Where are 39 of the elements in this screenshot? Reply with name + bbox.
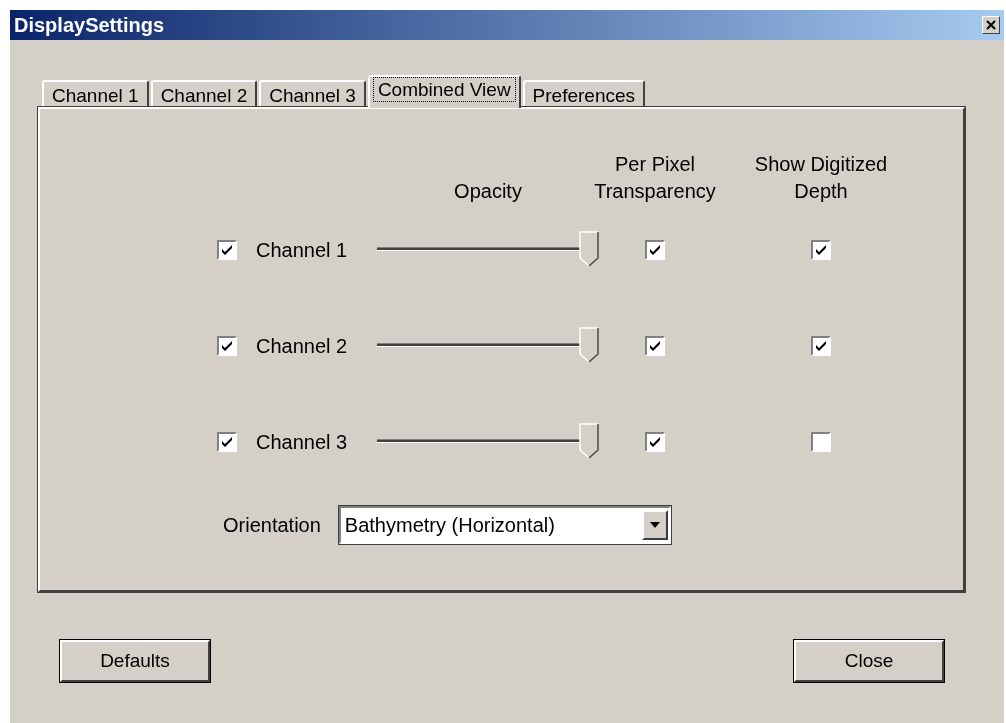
tab[interactable]: Preferences: [522, 80, 646, 107]
tab[interactable]: Channel 2: [150, 80, 258, 107]
column-header: Opacity: [454, 179, 522, 204]
column-header: Per Pixel Transparency: [594, 152, 716, 204]
checkbox-label: Channel 2: [256, 334, 348, 358]
checkbox[interactable]: [645, 336, 665, 356]
checkbox[interactable]: [811, 336, 831, 356]
window-title: DisplaySettings: [14, 13, 165, 37]
checkbox[interactable]: [217, 336, 237, 356]
check-icon: [648, 339, 662, 353]
check-icon: [648, 435, 662, 449]
checkbox[interactable]: [217, 240, 237, 260]
check-icon: [814, 243, 828, 257]
orientation-dropdown[interactable]: Bathymetry (Horizontal): [338, 506, 671, 544]
column-header: Show Digitized Depth: [753, 152, 889, 204]
check-icon: [648, 243, 662, 257]
checkbox[interactable]: [811, 432, 831, 452]
checkbox[interactable]: [645, 240, 665, 260]
tab[interactable]: Combined View: [367, 75, 521, 108]
tab[interactable]: Channel 1: [42, 80, 149, 107]
close-icon: [986, 20, 996, 30]
check-icon: [220, 339, 234, 353]
check-icon: [814, 339, 828, 353]
checkbox-label: Channel 1: [256, 238, 348, 262]
check-icon: [220, 243, 234, 257]
checkbox[interactable]: [217, 432, 237, 452]
check-icon: [220, 435, 234, 449]
close-button[interactable]: [982, 16, 1000, 34]
checkbox[interactable]: [645, 432, 665, 452]
slider-thumb[interactable]: [579, 423, 599, 459]
slider-thumb[interactable]: [579, 327, 599, 363]
tab[interactable]: Channel 3: [259, 80, 366, 107]
field-label: Orientation: [223, 513, 321, 537]
slider-thumb[interactable]: [579, 231, 599, 267]
dialog-button[interactable]: Defaults: [60, 640, 210, 682]
checkbox[interactable]: [811, 240, 831, 260]
dialog-button[interactable]: Close: [794, 640, 944, 682]
caret-icon: [641, 510, 668, 540]
checkbox-label: Channel 3: [256, 430, 348, 454]
